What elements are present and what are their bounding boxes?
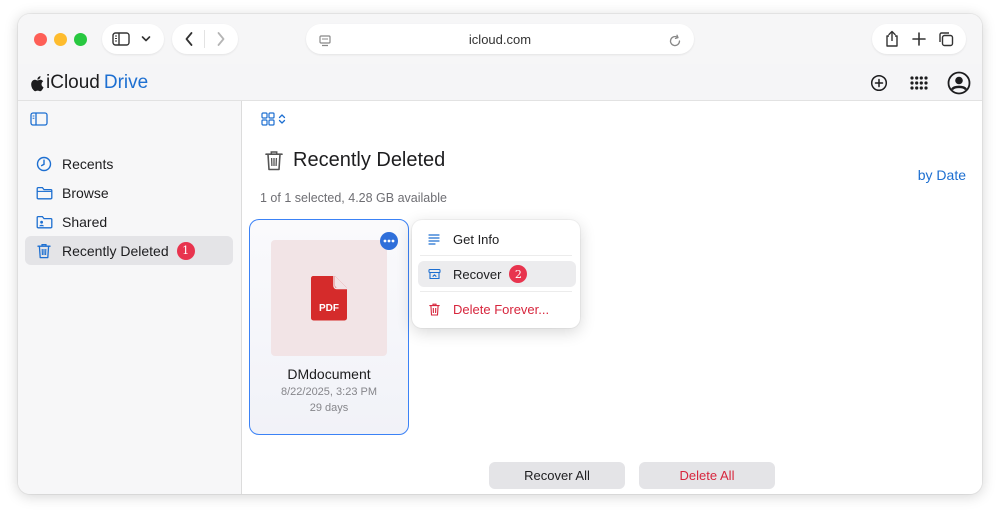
sidebar-item-label: Recents [62,155,114,172]
file-card[interactable]: PDF DMdocument 8/22/2025, 3:23 PM 29 day… [249,219,409,435]
page-title-row: Recently Deleted [265,149,445,172]
trash-icon [265,151,283,171]
selection-status: 1 of 1 selected, 4.28 GB available [260,191,447,205]
account-avatar-icon[interactable] [946,70,972,96]
info-lines-icon [427,232,441,246]
menu-item-delete-forever[interactable]: Delete Forever... [418,296,576,322]
reload-icon[interactable] [664,30,686,52]
sidebar-toggle-icon[interactable] [110,28,132,50]
main-content: Recently Deleted 1 of 1 selected, 4.28 G… [243,101,982,494]
menu-item-get-info[interactable]: Get Info [418,226,576,252]
sidebar-item-label: Shared [62,213,108,230]
page-menu-icon[interactable] [314,30,336,52]
pdf-file-icon: PDF [310,275,348,321]
recover-all-button[interactable]: Recover All [489,462,625,489]
share-icon[interactable] [881,28,903,50]
grid-view-icon [261,112,275,126]
toolbar-actions-group [872,24,966,54]
folder-icon [35,184,53,202]
delete-all-button[interactable]: Delete All [639,462,775,489]
page-title: Recently Deleted [293,149,446,171]
menu-separator [420,291,572,292]
file-name: DMdocument [287,366,371,382]
browser-toolbar: icloud.com [18,14,982,64]
file-days-remaining: 29 days [309,402,349,414]
pdf-label: PDF [319,303,339,314]
nav-divider [204,30,206,48]
sidebar-item-shared[interactable]: Shared [25,207,233,236]
sidebar-item-label: Recently Deleted [62,242,169,259]
sidebar: Recents Browse Shared Recently Deleted 1 [18,101,242,494]
chevron-down-icon[interactable] [135,28,157,50]
sort-by-date-button[interactable]: by Date [918,167,966,183]
menu-separator [420,255,572,256]
icloud-header: iCloud Drive [18,64,982,101]
tab-overview-icon[interactable] [935,28,957,50]
forward-icon[interactable] [210,28,232,50]
add-circle-icon[interactable] [866,70,892,96]
header-actions [866,70,972,96]
back-icon[interactable] [178,28,200,50]
new-tab-icon[interactable] [908,28,930,50]
sidebar-list: Recents Browse Shared Recently Deleted 1 [25,149,233,265]
navigation-group [172,24,238,54]
sidebar-item-recents[interactable]: Recents [25,149,233,178]
context-menu: Get Info Recover 2 Delete Forever... [412,220,580,328]
sidebar-collapse-icon[interactable] [30,112,50,128]
chevron-up-down-icon [278,114,286,124]
brand-drive: Drive [103,72,149,93]
shared-folder-icon [35,213,53,231]
sidebar-item-recently-deleted[interactable]: Recently Deleted 1 [25,236,233,265]
trash-icon [427,302,441,316]
close-window-button[interactable] [34,33,47,46]
trash-icon [35,242,53,260]
step-badge: 2 [509,265,528,283]
address-text: icloud.com [468,31,532,47]
app-grid-icon[interactable] [906,70,932,96]
apple-logo-icon [31,75,44,91]
menu-item-recover[interactable]: Recover 2 [418,261,576,287]
view-toggle[interactable] [261,112,286,126]
more-options-button[interactable] [380,232,398,250]
menu-item-label: Delete Forever... [453,301,550,317]
file-thumbnail: PDF [271,240,387,356]
sidebar-toggle-group [102,24,164,54]
recover-box-icon [427,267,441,281]
file-date: 8/22/2025, 3:23 PM [280,386,377,398]
menu-item-label: Recover [453,266,502,282]
ellipsis-icon [383,239,395,243]
zoom-window-button[interactable] [74,33,87,46]
sidebar-item-label: Browse [62,184,109,201]
icloud-drive-logo[interactable]: iCloud Drive [30,72,148,94]
minimize-window-button[interactable] [54,33,67,46]
step-badge: 1 [176,241,195,260]
brand-icloud: iCloud [46,72,100,93]
clock-icon [35,155,53,173]
browser-window: icloud.com iCloud Drive Recents Browse S… [18,14,982,494]
address-bar[interactable]: icloud.com [306,24,694,54]
sidebar-item-browse[interactable]: Browse [25,178,233,207]
menu-item-label: Get Info [453,231,500,247]
